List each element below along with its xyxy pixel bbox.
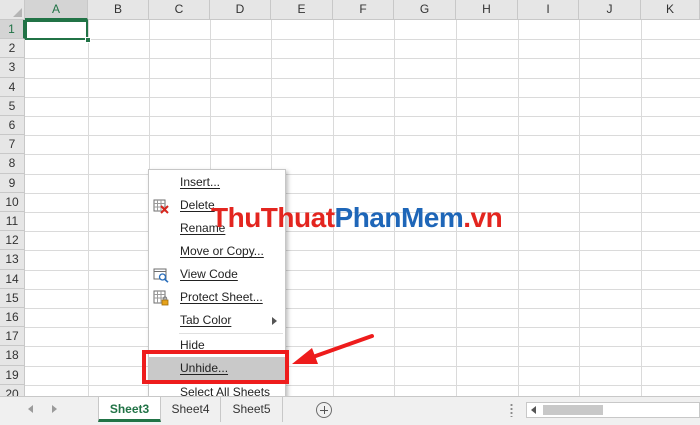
sheet-tab-sheet5[interactable]: Sheet5 <box>221 397 283 422</box>
column-header-a[interactable]: A <box>25 0 88 20</box>
row-header-11[interactable]: 11 <box>0 212 25 232</box>
menu-item-label: Tab Color <box>180 313 232 327</box>
row-header-10[interactable]: 10 <box>0 192 25 212</box>
gridline-horizontal <box>25 327 700 329</box>
gridline-horizontal <box>25 77 700 79</box>
row-header-3[interactable]: 3 <box>0 58 25 78</box>
column-header-i[interactable]: I <box>518 0 579 20</box>
gridline-horizontal <box>25 192 700 194</box>
tab-split-handle[interactable] <box>510 403 513 417</box>
menu-item-insert[interactable]: Insert... <box>149 171 285 194</box>
row-header-18[interactable]: 18 <box>0 346 25 366</box>
fill-handle[interactable] <box>85 37 91 43</box>
row-header-5[interactable]: 5 <box>0 96 25 116</box>
column-header-f[interactable]: F <box>333 0 394 20</box>
menu-item-tab-color[interactable]: Tab Color <box>149 309 285 332</box>
row-header-9[interactable]: 9 <box>0 173 25 193</box>
gridline-horizontal <box>25 58 700 60</box>
row-header-20[interactable]: 20 <box>0 384 25 396</box>
select-all-corner[interactable] <box>0 0 25 20</box>
sheet-tab-sheet3[interactable]: Sheet3 <box>98 397 161 422</box>
add-sheet-icon[interactable] <box>316 402 332 418</box>
scrollbar-thumb[interactable] <box>543 405 603 415</box>
gridline-vertical <box>641 20 642 396</box>
row-header-14[interactable]: 14 <box>0 269 25 289</box>
watermark-part-3: .vn <box>463 202 503 233</box>
scroll-tabs-left-icon[interactable] <box>28 405 33 413</box>
gridline-vertical <box>518 20 519 396</box>
annotation-highlight-box <box>142 350 289 384</box>
column-header-j[interactable]: J <box>579 0 641 20</box>
menu-item-label: View Code <box>180 267 238 281</box>
menu-item-move-or-copy[interactable]: Move or Copy... <box>149 240 285 263</box>
menu-item-label: Protect Sheet... <box>180 290 263 304</box>
watermark-part-2: PhanMem <box>334 202 464 233</box>
watermark-part-1: ThuThuat <box>211 202 335 233</box>
scroll-left-arrow-icon[interactable] <box>531 406 536 414</box>
protect-sheet-icon <box>153 290 169 306</box>
submenu-arrow-icon <box>272 317 277 325</box>
row-header-4[interactable]: 4 <box>0 77 25 97</box>
delete-sheet-icon <box>153 199 169 214</box>
row-header-12[interactable]: 12 <box>0 231 25 251</box>
watermark-logo: ThuThuatPhanMem.vn <box>211 202 503 234</box>
active-cell-a1[interactable] <box>25 20 88 40</box>
column-header-k[interactable]: K <box>641 0 700 20</box>
row-header-8[interactable]: 8 <box>0 154 25 174</box>
menu-item-label: Insert... <box>180 175 221 189</box>
row-header-13[interactable]: 13 <box>0 250 25 270</box>
menu-item-view-code[interactable]: View Code <box>149 263 285 286</box>
row-header-7[interactable]: 7 <box>0 135 25 155</box>
column-header-e[interactable]: E <box>271 0 333 20</box>
gridline-horizontal <box>25 116 700 117</box>
column-header-c[interactable]: C <box>149 0 210 20</box>
column-header-d[interactable]: D <box>210 0 271 20</box>
gridline-horizontal <box>25 135 700 137</box>
select-all-triangle-icon <box>13 8 22 17</box>
scroll-tabs-right-icon[interactable] <box>52 405 57 413</box>
sheet-tab-sheet4[interactable]: Sheet4 <box>161 397 221 422</box>
gridline-horizontal <box>25 288 700 290</box>
gridline-horizontal <box>25 250 700 252</box>
annotation-arrow-icon <box>292 334 374 364</box>
sheet-tab-bar: Sheet3 Sheet4 Sheet5 <box>0 396 700 425</box>
gridline-horizontal <box>25 173 700 175</box>
gridline-vertical <box>579 20 580 396</box>
menu-item-label: Delete <box>180 198 215 212</box>
view-code-icon <box>153 268 169 283</box>
column-header-h[interactable]: H <box>456 0 518 20</box>
row-header-6[interactable]: 6 <box>0 116 25 136</box>
row-header-2[interactable]: 2 <box>0 39 25 59</box>
menu-item-label: Move or Copy... <box>180 244 264 258</box>
row-header-19[interactable]: 19 <box>0 365 25 385</box>
menu-item-protect-sheet[interactable]: Protect Sheet... <box>149 286 285 309</box>
gridline-horizontal <box>25 384 700 386</box>
row-header-15[interactable]: 15 <box>0 288 25 308</box>
gridline-horizontal <box>25 269 700 271</box>
gridline-horizontal <box>25 308 700 309</box>
row-header-16[interactable]: 16 <box>0 308 25 328</box>
gridline-vertical <box>88 20 89 396</box>
gridline-horizontal <box>25 96 700 98</box>
gridline-horizontal <box>25 154 700 156</box>
gridline-horizontal <box>25 39 700 41</box>
row-header-1[interactable]: 1 <box>0 20 25 40</box>
row-header-17[interactable]: 17 <box>0 327 25 347</box>
horizontal-scrollbar[interactable] <box>526 402 700 418</box>
column-header-g[interactable]: G <box>394 0 456 20</box>
column-header-b[interactable]: B <box>88 0 149 20</box>
